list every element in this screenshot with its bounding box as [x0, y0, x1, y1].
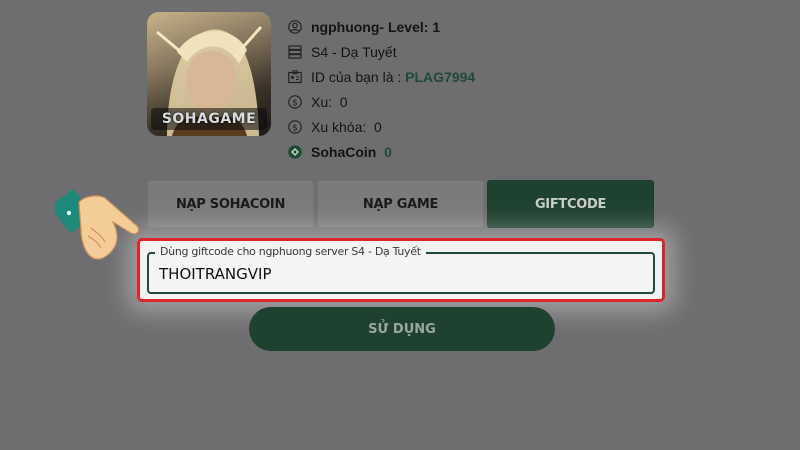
user-icon	[288, 19, 302, 34]
id-card-icon	[288, 69, 302, 84]
id-label: ID của bạn là :	[311, 68, 402, 85]
game-avatar: SOHAGAME	[147, 12, 271, 136]
dollar-icon: $	[288, 119, 302, 134]
tab-nap-game[interactable]: NẠP GAME	[317, 180, 484, 228]
use-giftcode-button[interactable]: SỬ DỤNG	[249, 307, 555, 351]
giftcode-highlight: Dùng giftcode cho ngphuong server S4 - D…	[137, 238, 665, 302]
pointing-hand-icon	[55, 189, 140, 260]
sohacoin-value: 0	[384, 143, 392, 160]
server-name: S4 - Dạ Tuyết	[311, 43, 397, 60]
xu-row: $ Xu: 0	[288, 89, 475, 114]
sohagame-logo: SOHAGAME	[151, 108, 267, 130]
tab-bar: NẠP SOHACOIN NẠP GAME GIFTCODE	[147, 180, 657, 228]
giftcode-input[interactable]	[159, 263, 639, 285]
svg-text:$: $	[292, 123, 298, 133]
giftcode-field-label: Dùng giftcode cho ngphuong server S4 - D…	[155, 245, 426, 258]
server-row: S4 - Dạ Tuyết	[288, 39, 475, 64]
profile-info: ngphuong- Level: 1 S4 - Dạ Tuyết ID của …	[288, 14, 475, 164]
svg-text:$: $	[292, 98, 298, 108]
xu-locked-label: Xu khóa:	[311, 118, 367, 135]
sohacoin-icon	[288, 144, 302, 159]
sohacoin-row: SohaCoin 0	[288, 139, 475, 164]
xu-locked-value: 0	[374, 118, 382, 135]
tab-giftcode[interactable]: GIFTCODE	[487, 180, 654, 228]
username-level: ngphuong- Level: 1	[311, 18, 441, 35]
id-value: PLAG7994	[405, 68, 476, 85]
server-icon	[288, 44, 302, 59]
xu-locked-row: $ Xu khóa: 0	[288, 114, 475, 139]
username-row: ngphuong- Level: 1	[288, 14, 475, 39]
giftcode-field: Dùng giftcode cho ngphuong server S4 - D…	[147, 245, 655, 294]
tab-nap-sohacoin[interactable]: NẠP SOHACOIN	[147, 180, 314, 228]
sohacoin-label: SohaCoin	[311, 143, 377, 160]
dollar-icon: $	[288, 94, 302, 109]
xu-label: Xu:	[311, 93, 333, 110]
id-row: ID của bạn là : PLAG7994	[288, 64, 475, 89]
xu-value: 0	[339, 93, 348, 110]
